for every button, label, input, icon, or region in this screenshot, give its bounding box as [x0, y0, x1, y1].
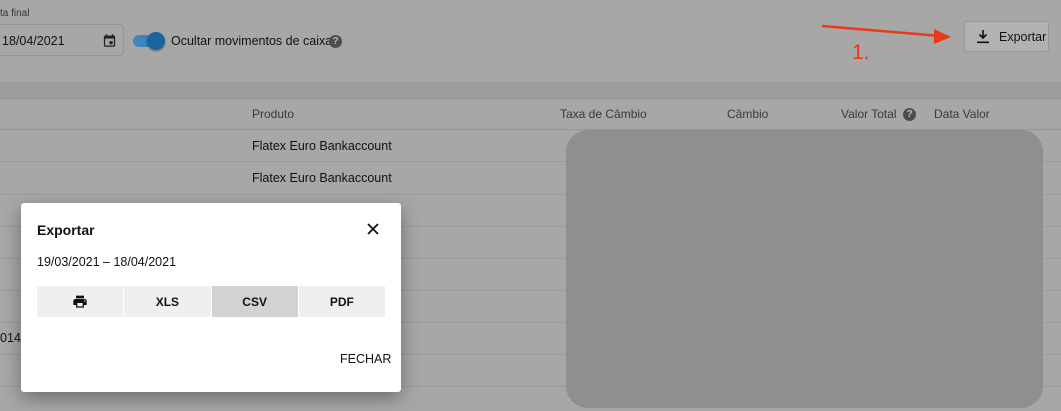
- print-button[interactable]: [37, 286, 125, 317]
- table-cell-produto: Flatex Euro Bankaccount: [252, 139, 392, 153]
- dialog-date-range: 19/03/2021 – 18/04/2021: [37, 255, 177, 269]
- end-date-value: 18/04/2021: [2, 34, 65, 48]
- help-icon[interactable]: ?: [903, 108, 916, 121]
- redacted-area: [566, 130, 1043, 408]
- export-format-group: XLS CSV PDF: [37, 286, 385, 317]
- toggle-knob: [147, 32, 165, 50]
- pdf-button[interactable]: PDF: [298, 286, 385, 317]
- column-header-data-valor[interactable]: Data Valor: [934, 107, 990, 121]
- download-icon: [977, 30, 989, 44]
- help-icon[interactable]: ?: [329, 35, 342, 48]
- calendar-icon[interactable]: [102, 33, 117, 48]
- end-date-field[interactable]: 18/04/2021: [0, 24, 124, 56]
- close-button[interactable]: FECHAR: [340, 352, 391, 366]
- dialog-title: Exportar: [37, 222, 95, 238]
- table-cell-produto: Flatex Euro Bankaccount: [252, 171, 392, 185]
- end-date-label: ta final: [0, 8, 30, 19]
- annotation-step-1: 1.: [852, 41, 870, 64]
- xls-button[interactable]: XLS: [124, 286, 212, 317]
- table-toolbar-band: [0, 82, 1061, 99]
- csv-button[interactable]: CSV: [211, 286, 299, 317]
- column-header-taxa-cambio[interactable]: Taxa de Câmbio: [560, 107, 647, 121]
- print-icon: [73, 295, 87, 308]
- export-dialog: Exportar 19/03/2021 – 18/04/2021 XLS CSV…: [21, 203, 401, 392]
- hide-cash-label: Ocultar movimentos de caixa: [171, 34, 333, 48]
- export-button[interactable]: Exportar: [964, 21, 1049, 52]
- column-header-cambio[interactable]: Câmbio: [727, 107, 768, 121]
- column-header-produto[interactable]: Produto: [252, 107, 294, 121]
- column-header-valor-total[interactable]: Valor Total: [841, 107, 897, 121]
- export-button-label: Exportar: [999, 30, 1047, 44]
- close-icon[interactable]: [365, 221, 381, 237]
- hide-cash-toggle[interactable]: [131, 32, 165, 50]
